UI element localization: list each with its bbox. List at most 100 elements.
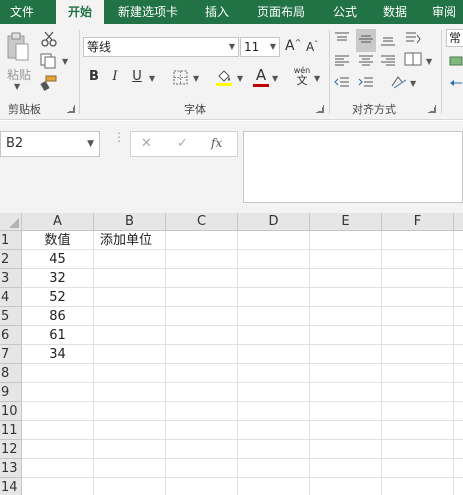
- cell-e6[interactable]: [310, 326, 382, 345]
- cell-b4[interactable]: [94, 288, 166, 307]
- cell-a2[interactable]: 45: [22, 250, 94, 269]
- cell-b5[interactable]: [94, 307, 166, 326]
- cell-f2[interactable]: [382, 250, 454, 269]
- cell-b8[interactable]: [94, 364, 166, 383]
- cell-a11[interactable]: [22, 421, 94, 440]
- cell-a4[interactable]: 52: [22, 288, 94, 307]
- cell-e2[interactable]: [310, 250, 382, 269]
- text-direction-dropdown-icon[interactable]: ▼: [410, 79, 416, 88]
- cell-e9[interactable]: [310, 383, 382, 402]
- cell-b11[interactable]: [94, 421, 166, 440]
- tab-file[interactable]: 文件: [10, 0, 34, 24]
- cell-f9[interactable]: [382, 383, 454, 402]
- cell-e7[interactable]: [310, 345, 382, 364]
- cell-e14[interactable]: [310, 478, 382, 495]
- cell-f1[interactable]: [382, 231, 454, 250]
- cell-a6[interactable]: 61: [22, 326, 94, 345]
- cell-d9[interactable]: [238, 383, 310, 402]
- cell-d7[interactable]: [238, 345, 310, 364]
- cell-c5[interactable]: [166, 307, 238, 326]
- cell-e11[interactable]: [310, 421, 382, 440]
- name-box[interactable]: B2 ▼: [0, 131, 100, 157]
- enter-icon[interactable]: ✓: [177, 136, 188, 151]
- merge-dropdown-icon[interactable]: ▼: [426, 57, 432, 66]
- cell-a10[interactable]: [22, 402, 94, 421]
- align-left-icon[interactable]: [334, 54, 350, 71]
- italic-button[interactable]: I: [106, 67, 124, 87]
- cell-d4[interactable]: [238, 288, 310, 307]
- tab-formulas[interactable]: 公式: [333, 0, 357, 24]
- font-color-dropdown-icon[interactable]: ▼: [272, 74, 278, 83]
- cell-b9[interactable]: [94, 383, 166, 402]
- cell-f11[interactable]: [382, 421, 454, 440]
- cell-b7[interactable]: [94, 345, 166, 364]
- copy-dropdown-icon[interactable]: ▼: [62, 57, 68, 66]
- paste-dropdown-icon[interactable]: ▼: [14, 82, 20, 91]
- increase-indent-icon[interactable]: [358, 76, 374, 93]
- cell-c13[interactable]: [166, 459, 238, 478]
- formula-input[interactable]: [243, 131, 463, 203]
- cell-g12[interactable]: [454, 440, 463, 459]
- cell-d11[interactable]: [238, 421, 310, 440]
- cell-g6[interactable]: [454, 326, 463, 345]
- cell-c8[interactable]: [166, 364, 238, 383]
- row-header-7[interactable]: 7: [0, 345, 22, 364]
- fill-color-dropdown-icon[interactable]: ▼: [237, 74, 243, 83]
- cell-g4[interactable]: [454, 288, 463, 307]
- cell-g3[interactable]: [454, 269, 463, 288]
- row-header-14[interactable]: 14: [0, 478, 22, 495]
- insert-function-icon[interactable]: fx: [211, 136, 222, 150]
- row-header-3[interactable]: 3: [0, 269, 22, 288]
- decrease-font-size-icon[interactable]: Aˇ: [306, 40, 318, 54]
- cell-g2[interactable]: [454, 250, 463, 269]
- tab-page-layout[interactable]: 页面布局: [257, 0, 305, 24]
- cell-d10[interactable]: [238, 402, 310, 421]
- font-launcher-icon[interactable]: [316, 105, 324, 113]
- cell-g5[interactable]: [454, 307, 463, 326]
- phonetic-guide-icon[interactable]: wén 文: [292, 66, 312, 86]
- cell-g8[interactable]: [454, 364, 463, 383]
- cell-b2[interactable]: [94, 250, 166, 269]
- paste-icon[interactable]: [6, 32, 30, 65]
- cell-c4[interactable]: [166, 288, 238, 307]
- increase-decimal-icon[interactable]: [449, 76, 463, 93]
- cell-e12[interactable]: [310, 440, 382, 459]
- cell-c7[interactable]: [166, 345, 238, 364]
- cell-e5[interactable]: [310, 307, 382, 326]
- tab-insert[interactable]: 插入: [205, 0, 229, 24]
- cell-f3[interactable]: [382, 269, 454, 288]
- cell-b10[interactable]: [94, 402, 166, 421]
- cell-f4[interactable]: [382, 288, 454, 307]
- increase-font-size-icon[interactable]: A^: [285, 38, 301, 54]
- cell-c14[interactable]: [166, 478, 238, 495]
- cell-a14[interactable]: [22, 478, 94, 495]
- cell-f5[interactable]: [382, 307, 454, 326]
- cell-c2[interactable]: [166, 250, 238, 269]
- tab-data[interactable]: 数据: [383, 0, 407, 24]
- cell-a12[interactable]: [22, 440, 94, 459]
- bold-button[interactable]: B: [85, 67, 103, 87]
- align-right-icon[interactable]: [380, 54, 396, 71]
- cell-a1[interactable]: 数值: [22, 231, 94, 250]
- paste-button-label[interactable]: 粘贴: [7, 66, 31, 83]
- cell-e1[interactable]: [310, 231, 382, 250]
- cell-c9[interactable]: [166, 383, 238, 402]
- align-center-icon[interactable]: [358, 54, 374, 71]
- cell-g13[interactable]: [454, 459, 463, 478]
- underline-button[interactable]: U: [128, 67, 146, 87]
- cell-f8[interactable]: [382, 364, 454, 383]
- cell-f12[interactable]: [382, 440, 454, 459]
- cell-b12[interactable]: [94, 440, 166, 459]
- merge-center-icon[interactable]: [404, 51, 422, 70]
- border-icon[interactable]: [173, 70, 188, 88]
- cell-e3[interactable]: [310, 269, 382, 288]
- cell-g14[interactable]: [454, 478, 463, 495]
- cell-b1[interactable]: 添加单位: [94, 231, 166, 250]
- cell-c10[interactable]: [166, 402, 238, 421]
- phonetic-dropdown-icon[interactable]: ▼: [314, 74, 320, 83]
- align-bottom-icon[interactable]: [380, 32, 396, 49]
- alignment-launcher-icon[interactable]: [428, 105, 436, 113]
- cell-d13[interactable]: [238, 459, 310, 478]
- font-name-select[interactable]: 等线 ▼: [83, 37, 239, 57]
- cell-d12[interactable]: [238, 440, 310, 459]
